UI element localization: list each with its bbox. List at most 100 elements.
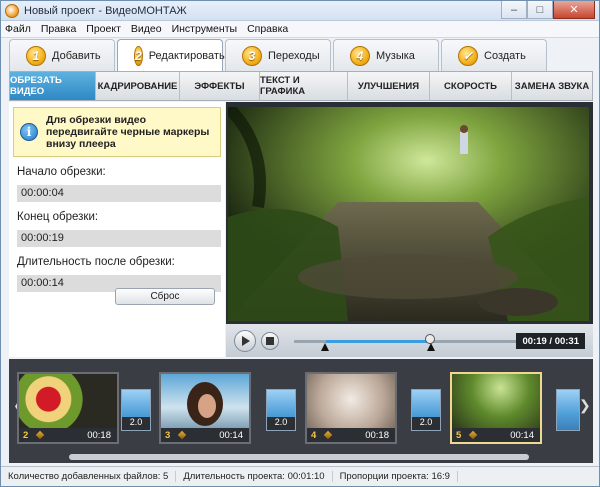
- storyboard: ❮ 200:18 2.0 300:14 2.0 400:18 2.0 500:1…: [9, 359, 593, 463]
- transition-duration: 2.0: [122, 417, 150, 430]
- reset-button[interactable]: Сброс: [115, 288, 215, 305]
- step-music[interactable]: 4 Музыка: [333, 39, 439, 71]
- clip-duration: 00:18: [365, 429, 389, 441]
- clip-image: [161, 374, 249, 430]
- trim-start-field[interactable]: 00:00:04: [17, 185, 221, 202]
- status-file-count: Количество добавленных файлов: 5: [1, 471, 177, 482]
- app-window: Новый проект - ВидеоМОНТАЖ – □ ✕ Файл Пр…: [0, 0, 600, 487]
- clip-duration: 00:14: [510, 429, 534, 441]
- edit-pencil-icon[interactable]: [468, 430, 478, 440]
- clip-info: 5 00:14: [452, 428, 540, 442]
- menu-file[interactable]: Файл: [5, 23, 31, 35]
- trim-start-marker-icon[interactable]: [321, 343, 329, 351]
- clip-image: [19, 374, 117, 430]
- step-label: Создать: [484, 49, 526, 62]
- tab-trim-video[interactable]: ОБРЕЗАТЬ ВИДЕО: [10, 72, 96, 100]
- clip-number: 2: [23, 429, 29, 441]
- play-icon: [242, 335, 250, 346]
- status-project-duration: Длительность проекта: 00:01:10: [176, 471, 333, 482]
- app-icon: [5, 3, 19, 18]
- clip-thumbnail[interactable]: 4 00:18: [305, 372, 397, 444]
- step-number-icon: 4: [350, 45, 370, 66]
- transition-duration: 2.0: [412, 417, 440, 430]
- status-aspect-ratio: Пропорции проекта: 16:9: [333, 471, 458, 482]
- trim-panel: i Для обрезки видео передвигайте черные …: [9, 102, 225, 357]
- step-number-icon: 1: [26, 45, 46, 66]
- clip-info: 3 00:14: [161, 428, 249, 442]
- clip-duration: 00:14: [219, 429, 243, 441]
- video-preview[interactable]: [228, 107, 589, 321]
- edit-pencil-icon[interactable]: [35, 430, 45, 440]
- transition-item[interactable]: [556, 389, 580, 431]
- edit-pencil-icon[interactable]: [323, 430, 333, 440]
- trim-end-field[interactable]: 00:00:19: [17, 230, 221, 247]
- clip-info: 2 00:18: [19, 428, 117, 442]
- edit-pencil-icon[interactable]: [177, 430, 187, 440]
- info-icon: i: [20, 123, 38, 141]
- maximize-button[interactable]: □: [527, 1, 553, 19]
- clip-number: 5: [456, 429, 462, 441]
- menu-bar: Файл Правка Проект Видео Инструменты Спр…: [1, 21, 599, 38]
- edit-subtabs: ОБРЕЗАТЬ ВИДЕО КАДРИРОВАНИЕ ЭФФЕКТЫ ТЕКС…: [9, 71, 593, 101]
- status-bar: Количество добавленных файлов: 5 Длитель…: [1, 466, 599, 486]
- transition-item[interactable]: 2.0: [121, 389, 151, 431]
- step-label: Переходы: [268, 49, 320, 62]
- clip-number: 4: [311, 429, 317, 441]
- step-add[interactable]: 1 Добавить: [9, 39, 115, 71]
- clip-thumbnail[interactable]: 3 00:14: [159, 372, 251, 444]
- tab-text-graphics[interactable]: ТЕКСТ И ГРАФИКА: [260, 72, 348, 100]
- window-controls: – □ ✕: [501, 1, 595, 19]
- menu-help[interactable]: Справка: [247, 23, 288, 35]
- hint-text: Для обрезки видео передвигайте черные ма…: [46, 114, 210, 150]
- step-label: Редактировать: [148, 49, 225, 62]
- stop-button[interactable]: [261, 331, 279, 350]
- trim-timeline[interactable]: [294, 334, 519, 351]
- transition-item[interactable]: 2.0: [266, 389, 296, 431]
- menu-project[interactable]: Проект: [86, 23, 121, 35]
- trim-end-label: Конец обрезки:: [17, 211, 99, 223]
- minimize-button[interactable]: –: [501, 1, 527, 19]
- menu-tools[interactable]: Инструменты: [172, 23, 237, 35]
- clip-image: [307, 374, 395, 430]
- stop-icon: [266, 336, 274, 345]
- step-number-icon: 2: [134, 45, 143, 66]
- clip-duration: 00:18: [87, 429, 111, 441]
- clip-image: [452, 374, 540, 430]
- step-number-icon: 3: [242, 45, 262, 66]
- step-create[interactable]: ✓ Создать: [441, 39, 547, 71]
- step-label: Музыка: [376, 49, 415, 62]
- clip-thumbnail[interactable]: 2 00:18: [17, 372, 119, 444]
- woman-hair-image: [187, 382, 223, 426]
- transition-duration: 2.0: [267, 417, 295, 430]
- tab-crop[interactable]: КАДРИРОВАНИЕ: [96, 72, 180, 100]
- clip-number: 3: [165, 429, 171, 441]
- hint-box: i Для обрезки видео передвигайте черные …: [13, 107, 221, 157]
- transition-item[interactable]: 2.0: [411, 389, 441, 431]
- workflow-steps: 1 Добавить 2 Редактировать 3 Переходы 4 Музы…: [9, 39, 591, 71]
- menu-video[interactable]: Видео: [131, 23, 162, 35]
- step-transitions[interactable]: 3 Переходы: [225, 39, 331, 71]
- play-button[interactable]: [234, 329, 256, 352]
- scroll-right-icon[interactable]: ❯: [579, 397, 591, 417]
- close-button[interactable]: ✕: [553, 1, 595, 19]
- step-edit[interactable]: 2 Редактировать: [117, 39, 225, 71]
- clip-info: 4 00:18: [307, 428, 395, 442]
- checkmark-icon: ✓: [458, 45, 478, 66]
- tab-replace-sound[interactable]: ЗАМЕНА ЗВУКА: [512, 72, 592, 100]
- tab-enhancements[interactable]: УЛУЧШЕНИЯ: [348, 72, 430, 100]
- duration-after-trim-label: Длительность после обрезки:: [17, 256, 175, 268]
- menu-edit[interactable]: Правка: [41, 23, 76, 35]
- tab-speed[interactable]: СКОРОСТЬ: [430, 72, 512, 100]
- tab-effects[interactable]: ЭФФЕКТЫ: [180, 72, 260, 100]
- clip-thumbnail-selected[interactable]: 5 00:14: [450, 372, 542, 444]
- trim-range: [326, 340, 430, 343]
- time-display: 00:19 / 00:31: [516, 333, 585, 349]
- player-controls: 00:19 / 00:31: [226, 324, 593, 357]
- trim-end-marker-icon[interactable]: [427, 343, 435, 351]
- forest-path-image: [228, 107, 589, 321]
- step-label: Добавить: [52, 49, 101, 62]
- storyboard-scrollbar[interactable]: [69, 454, 529, 460]
- trim-start-label: Начало обрезки:: [17, 166, 106, 178]
- title-bar: Новый проект - ВидеоМОНТАЖ – □ ✕: [1, 1, 599, 21]
- window-title: Новый проект - ВидеоМОНТАЖ: [24, 4, 187, 17]
